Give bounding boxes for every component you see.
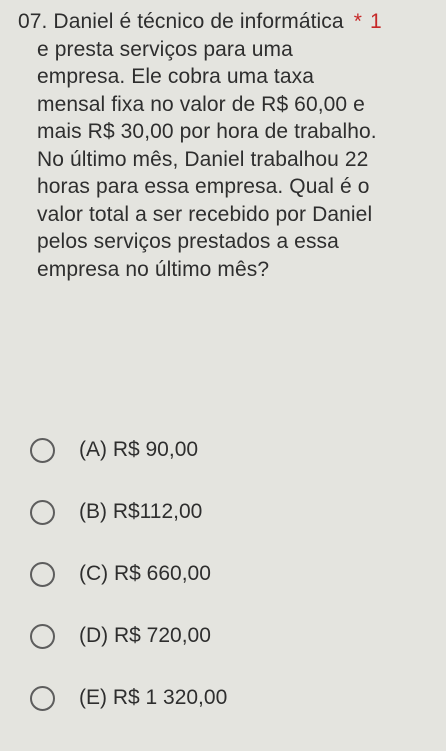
cut-off-text: 1 [369, 10, 382, 33]
radio-button-a[interactable] [30, 437, 55, 463]
radio-button-d[interactable] [30, 623, 55, 649]
option-a-label: (A) R$ 90,00 [79, 438, 199, 461]
required-asterisk: * [353, 10, 362, 33]
question-line: valor total a ser recebido por Daniel [37, 202, 373, 226]
question-text: 07. Daniel é técnico de informática * 1 e … [18, 8, 446, 283]
radio-button-e[interactable] [30, 685, 55, 711]
question-line: horas para essa empresa. Qual é o [37, 175, 370, 198]
radio-button-c[interactable] [30, 561, 55, 587]
question-line: empresa. Ele cobra uma taxa [37, 65, 315, 88]
question-line: No último mês, Daniel trabalhou 22 [37, 147, 369, 171]
option-b-label: (B) R$112,00 [79, 500, 203, 523]
option-c[interactable]: (C) R$ 660,00 [30, 554, 211, 594]
option-e-label: (E) R$ 1 320,00 [79, 686, 228, 709]
question-line: 07. Daniel é técnico de informática * 1 [18, 8, 446, 36]
option-d-label: (D) R$ 720,00 [79, 624, 211, 647]
question-line: mensal fixa no valor de R$ 60,00 e [37, 92, 365, 116]
question-line: mais R$ 30,00 por hora de trabalho. [37, 120, 377, 143]
option-b[interactable]: (B) R$112,00 [30, 492, 202, 532]
option-e[interactable]: (E) R$ 1 320,00 [30, 678, 227, 718]
option-c-label: (C) R$ 660,00 [79, 562, 211, 585]
radio-button-b[interactable] [30, 499, 55, 525]
question-line: e presta serviços para uma [37, 37, 293, 61]
question-line: empresa no último mês? [37, 257, 270, 281]
option-d[interactable]: (D) R$ 720,00 [30, 616, 211, 656]
question-line: pelos serviços prestados a essa [37, 230, 339, 253]
option-a[interactable]: (A) R$ 90,00 [30, 430, 198, 470]
question-title: 07. Daniel é técnico de informática [18, 10, 344, 33]
